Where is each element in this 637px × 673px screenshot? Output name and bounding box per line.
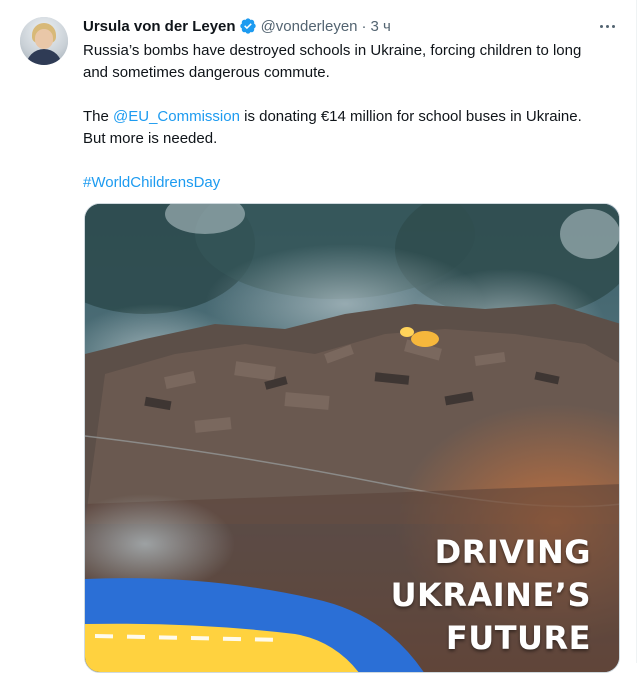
hashtag-link[interactable]: #WorldChildrensDay xyxy=(83,174,220,191)
mention-link[interactable]: @EU_Commission xyxy=(113,108,240,125)
avatar-face xyxy=(35,29,53,49)
video-overlay-title: DRIVING UKRAINE’S FUTURE xyxy=(391,531,591,660)
separator-dot: · xyxy=(361,17,367,35)
author-name[interactable]: Ursula von der Leyen xyxy=(83,18,236,35)
avatar[interactable] xyxy=(20,17,68,65)
text-segment: is donating €14 million for school buses… xyxy=(239,108,582,125)
author-handle[interactable]: @vonderleyen xyxy=(261,18,358,35)
overlay-line: UKRAINE’S xyxy=(390,576,591,614)
tweet-text: Russia’s bombs have destroyed schools in… xyxy=(83,40,623,194)
overlay-line: FUTURE xyxy=(445,619,591,657)
tweet-video[interactable]: DRIVING UKRAINE’S FUTURE xyxy=(84,203,620,673)
tweet-card[interactable]: Ursula von der Leyen @vonderleyen · 3 ч … xyxy=(0,0,637,673)
overlay-line: DRIVING xyxy=(434,533,591,571)
tweet-text-paragraph: The @EU_Commission is donating €14 milli… xyxy=(83,106,623,128)
tweet-text-line: and sometimes dangerous commute. xyxy=(83,64,330,81)
more-horizontal-icon[interactable] xyxy=(596,16,618,36)
tweet-header: Ursula von der Leyen @vonderleyen · 3 ч xyxy=(83,16,391,36)
tweet-timestamp[interactable]: 3 ч xyxy=(371,18,391,35)
text-segment: The xyxy=(83,108,114,125)
tweet-text-line: Russia’s bombs have destroyed schools in… xyxy=(83,42,582,59)
verified-badge-icon xyxy=(239,18,256,34)
tweet-text-line: But more is needed. xyxy=(83,130,218,147)
